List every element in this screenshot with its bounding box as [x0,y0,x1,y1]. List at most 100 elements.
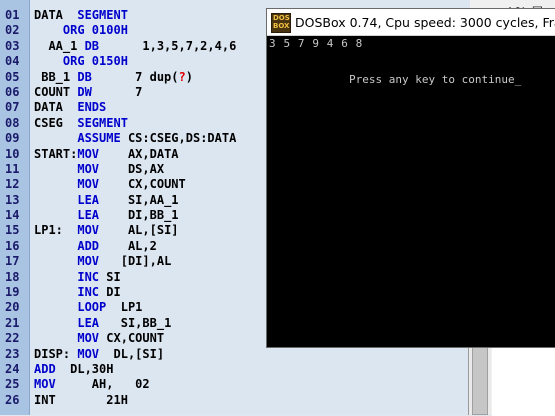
code-text: START:MOV AX,DATA [34,147,179,162]
code-token: 21H [77,392,128,407]
line-number: 25 [5,377,20,392]
code-label: DATA [34,8,78,22]
line-number: 02 [5,23,20,38]
keyword-token: INC [77,269,100,284]
code-text: ADD DL,30H [34,362,113,377]
line-number: 01 [5,8,20,22]
code-label: CSEG [34,115,78,130]
code-text: COUNT DW 7 [34,85,142,100]
code-text: LOOP LP1 [34,300,142,315]
line-number: 22 [5,331,20,346]
keyword-token: ENDS [77,100,107,115]
code-label: AA_1 [34,38,85,53]
code-token: CS:CSEG,DS:DATA [120,131,237,146]
code-token: CX,COUNT [99,177,186,192]
code-token: DI,BB_1 [99,208,179,223]
code-token: AL,[SI] [99,223,179,238]
keyword-token: DW [77,84,92,99]
line-number: 26 [5,392,20,407]
code-text: DATA ENDS [34,100,106,115]
scrollbar-thumb[interactable] [472,347,488,415]
code-token: AL,2 [99,238,157,253]
dosbox-window[interactable]: DOS BOX DOSBox 0.74, Cpu speed: 3000 cyc… [266,8,555,348]
editor-scrollbar[interactable] [468,345,491,415]
line-number: 06 [5,84,20,99]
code-text: INC SI [34,269,120,285]
code-text: MOV DS,AX [34,162,164,177]
line-number: 05 [5,69,20,84]
line-number: 21 [5,315,20,330]
code-text: ORG 0100H [34,23,128,38]
code-token: 7 [91,84,143,99]
dosbox-icon-bottom-text: BOX [273,22,290,30]
code-label [34,208,77,222]
code-label: COUNT [34,84,78,99]
line-number: 15 [5,223,20,238]
code-line: 24 ADD DL,30H [0,362,470,377]
code-token: ? [178,69,186,84]
keyword-token: MOV [77,146,100,161]
code-label [34,193,77,207]
code-text: LEA SI,BB_1 [34,316,171,331]
line-number: 14 [5,208,20,223]
line-number: 11 [5,161,20,176]
code-line: 26 INT 21H [0,393,470,408]
code-text: ADD AL,2 [34,238,157,254]
background-panel [492,345,555,416]
code-label: BB_1 [34,69,78,84]
code-token: AH, 02 [55,377,150,392]
keyword-token: DB [77,69,92,84]
keyword-token: MOV [77,346,100,361]
code-text: MOV AH, 02 [34,377,150,392]
line-number: 17 [5,254,20,269]
code-text: LEA DI,BB_1 [34,208,179,223]
code-token: CX,COUNT [99,331,165,346]
line-number: 19 [5,285,20,300]
keyword-token: ASSUME [77,131,121,146]
keyword-token: LEA [77,208,100,223]
code-token: SI,AA_1 [99,192,179,207]
keyword-token: MOV [77,331,100,346]
keyword-token: MOV [77,254,100,269]
code-label: INT [34,392,78,407]
line-number: 24 [5,361,20,376]
line-number: 04 [5,54,20,69]
keyword-token: MOV [77,177,100,192]
code-text: ORG 0150H [34,54,128,69]
keyword-token: ADD [77,238,100,253]
code-label [34,131,77,145]
code-line: 23 DISP: MOV DL,[SI] [0,347,470,362]
code-line: 25 MOV AH, 02 [0,377,470,392]
dosbox-icon-top-text: DOS [273,14,290,22]
keyword-token: ORG 0100H [34,23,128,38]
code-text: MOV CX,COUNT [34,331,164,346]
keyword-token: LOOP [77,300,107,315]
keyword-token: SEGMENT [77,8,128,22]
code-text: AA_1 DB 1,3,5,7,2,4,6 [34,39,236,54]
code-text: INT 21H [34,393,128,408]
code-label [34,316,77,330]
code-text: MOV CX,COUNT [34,177,186,192]
keyword-token: MOV [77,161,100,176]
dosbox-screen[interactable]: 3 5 7 9 4 6 8 Press any key to continue_ [267,36,555,347]
code-token: DI [99,285,121,300]
code-text: DISP: MOV DL,[SI] [34,347,164,362]
code-label: DATA [34,100,78,115]
code-label [34,162,77,176]
keyword-token: SEGMENT [77,115,128,130]
code-text: CSEG SEGMENT [34,116,128,131]
line-number: 13 [5,192,20,207]
code-token: 1,3,5,7,2,4,6 [99,38,237,53]
code-token: 7 dup( [91,69,179,84]
code-token: DS,AX [99,161,165,176]
line-number: 09 [5,131,20,146]
code-token: LP1 [106,300,143,315]
keyword-token: ADD [34,361,56,376]
keyword-token: MOV [77,223,100,238]
code-text: ASSUME CS:CSEG,DS:DATA [34,131,236,146]
code-text: LEA SI,AA_1 [34,192,179,208]
code-text: MOV [DI],AL [34,254,171,269]
code-token: SI,BB_1 [99,315,172,330]
code-label [34,254,77,268]
dosbox-titlebar[interactable]: DOS BOX DOSBox 0.74, Cpu speed: 3000 cyc… [267,9,555,36]
